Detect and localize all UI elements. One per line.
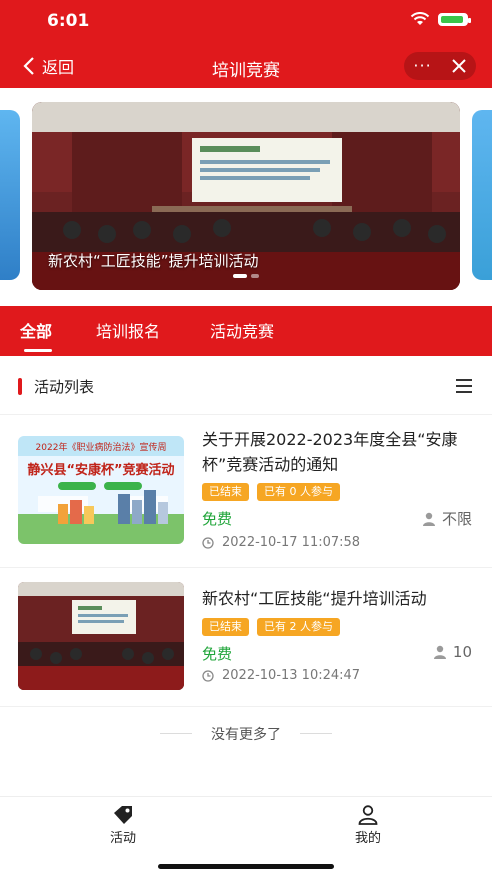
more-button[interactable]: ··· <box>413 58 431 74</box>
quota: 不限 <box>422 508 472 529</box>
category-tabs: 全部 培训报名 活动竞赛 <box>0 306 492 356</box>
person-icon <box>433 645 446 659</box>
list-title: 活动列表 <box>34 378 95 396</box>
list-item[interactable]: 2022年《职业病防治法》宣传周 静兴县“安康杯”竞赛活动 关于开展2022-2… <box>0 415 492 568</box>
bottom-tab-label: 我的 <box>354 831 381 846</box>
activity-title[interactable]: 关于开展2022-2023年度全县“安康杯”竞赛活动的通知 <box>202 427 482 477</box>
header: 6:01 返回 培训竞赛 ··· <box>0 0 492 88</box>
activity-badges: 已结束 已有 2 人参与 <box>202 618 340 636</box>
bottom-tab-label: 活动 <box>109 831 136 846</box>
carousel-indicator <box>32 274 460 278</box>
participants-badge: 已有 0 人参与 <box>257 483 340 501</box>
indicator-dot <box>233 274 247 278</box>
quota: 10 <box>433 643 472 661</box>
battery-icon <box>438 12 471 26</box>
user-icon <box>358 805 378 825</box>
activity-thumbnail: 2022年《职业病防治法》宣传周 静兴县“安康杯”竞赛活动 <box>18 436 184 544</box>
end-of-list: 没有更多了 <box>0 722 492 746</box>
tab-all[interactable]: 全部 <box>20 318 52 342</box>
time-value: 2022-10-17 11:07:58 <box>222 535 361 550</box>
price-label: 免费 <box>202 645 233 663</box>
person-icon <box>422 512 435 526</box>
clock-icon <box>202 669 214 682</box>
thumbnail-title-2: 静兴县“安康杯”竞赛活动 <box>27 462 174 478</box>
status-time: 6:01 <box>47 11 90 31</box>
home-indicator <box>158 864 334 869</box>
menu-icon[interactable] <box>456 379 472 393</box>
mini-program-capsule: ··· <box>404 52 476 80</box>
bottom-tab-activity[interactable]: 活动 <box>83 805 163 846</box>
activity-time: 2022-10-13 10:24:47 <box>202 668 360 683</box>
banner-caption: 新农村“工匠技能”提升培训活动 <box>48 252 259 270</box>
end-of-list-text: 没有更多了 <box>211 727 281 743</box>
tab-training-signup[interactable]: 培训报名 <box>96 318 160 342</box>
activity-badges: 已结束 已有 0 人参与 <box>202 483 340 501</box>
thumbnail-title-1: 2022年《职业病防治法》宣传周 <box>36 441 167 453</box>
participants-badge: 已有 2 人参与 <box>257 618 340 636</box>
activity-thumbnail <box>18 582 184 690</box>
banner-next-slide[interactable] <box>472 110 492 280</box>
list-item[interactable]: 新农村“工匠技能“提升培训活动 已结束 已有 2 人参与 免费 10 2022-… <box>0 568 492 707</box>
status-icons <box>410 12 471 26</box>
banner-prev-slide[interactable] <box>0 110 20 280</box>
list-header: 活动列表 <box>0 356 492 415</box>
status-badge: 已结束 <box>202 483 249 501</box>
activity-time: 2022-10-17 11:07:58 <box>202 535 360 550</box>
section-accent-bar <box>18 378 22 395</box>
tag-icon <box>114 806 132 824</box>
time-value: 2022-10-13 10:24:47 <box>222 668 361 683</box>
close-icon[interactable] <box>451 58 467 74</box>
bottom-tab-mine[interactable]: 我的 <box>328 805 408 846</box>
quota-value: 10 <box>452 643 472 661</box>
active-tab-indicator <box>24 349 52 352</box>
banner-carousel[interactable]: 新农村“工匠技能”提升培训活动 <box>0 88 492 306</box>
tab-activity-competition[interactable]: 活动竞赛 <box>210 318 274 342</box>
status-badge: 已结束 <box>202 618 249 636</box>
indicator-dot <box>251 274 259 278</box>
activity-title[interactable]: 新农村“工匠技能“提升培训活动 <box>202 586 482 611</box>
wifi-icon <box>410 12 430 25</box>
navbar: 返回 培训竞赛 ··· <box>0 44 492 88</box>
quota-value: 不限 <box>441 510 472 528</box>
banner-slide[interactable]: 新农村“工匠技能”提升培训活动 <box>32 102 460 290</box>
clock-icon <box>202 536 214 549</box>
price-label: 免费 <box>202 510 233 528</box>
